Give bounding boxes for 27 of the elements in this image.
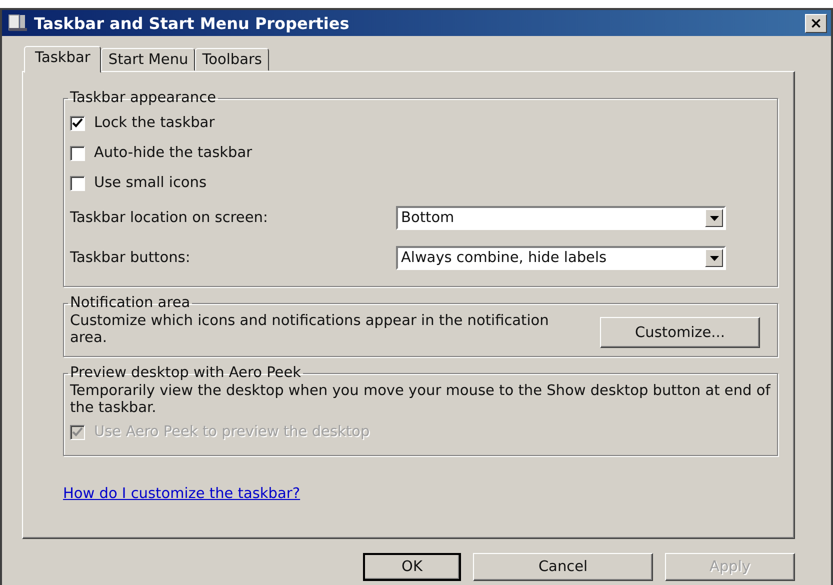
- tab[interactable]: Taskbar: [24, 46, 102, 73]
- group-title: Notification area: [69, 295, 192, 311]
- window-title: Taskbar and Start Menu Properties: [34, 14, 350, 32]
- checkbox[interactable]: [70, 116, 85, 130]
- dialog-button[interactable]: OK: [363, 553, 461, 581]
- dropdown[interactable]: Bottom: [396, 206, 726, 230]
- group-title: Preview desktop with Aero Peek: [69, 365, 302, 381]
- customize-button[interactable]: Customize...: [600, 317, 760, 348]
- window-icon: [8, 14, 28, 32]
- tab[interactable]: Toolbars: [195, 48, 269, 71]
- tab[interactable]: Start Menu: [101, 48, 196, 71]
- help-link[interactable]: How do I customize the taskbar?: [63, 486, 300, 502]
- caret-icon: [710, 216, 718, 220]
- dropdown-label: Taskbar location on screen:: [70, 210, 269, 226]
- group-title: Taskbar appearance: [69, 90, 217, 106]
- checkbox-label: Lock the taskbar: [94, 115, 215, 131]
- checkbox-label: Use small icons: [94, 175, 207, 191]
- dialog-button[interactable]: Cancel: [473, 553, 653, 581]
- checkbox[interactable]: [70, 146, 85, 160]
- close-button[interactable]: ×: [805, 14, 827, 32]
- checkbox[interactable]: [70, 176, 85, 190]
- caret-icon: [710, 256, 718, 260]
- description-text: Customize which icons and notifications appear in the notification area.: [70, 313, 550, 347]
- dropdown[interactable]: Always combine, hide labels: [396, 246, 726, 270]
- dropdown-label: Taskbar buttons:: [70, 250, 192, 266]
- description-text: Temporarily view the desktop when you move your mouse to the Show desktop button at end of the taskbar.: [70, 383, 771, 417]
- checkbox-label: Auto-hide the taskbar: [94, 145, 252, 161]
